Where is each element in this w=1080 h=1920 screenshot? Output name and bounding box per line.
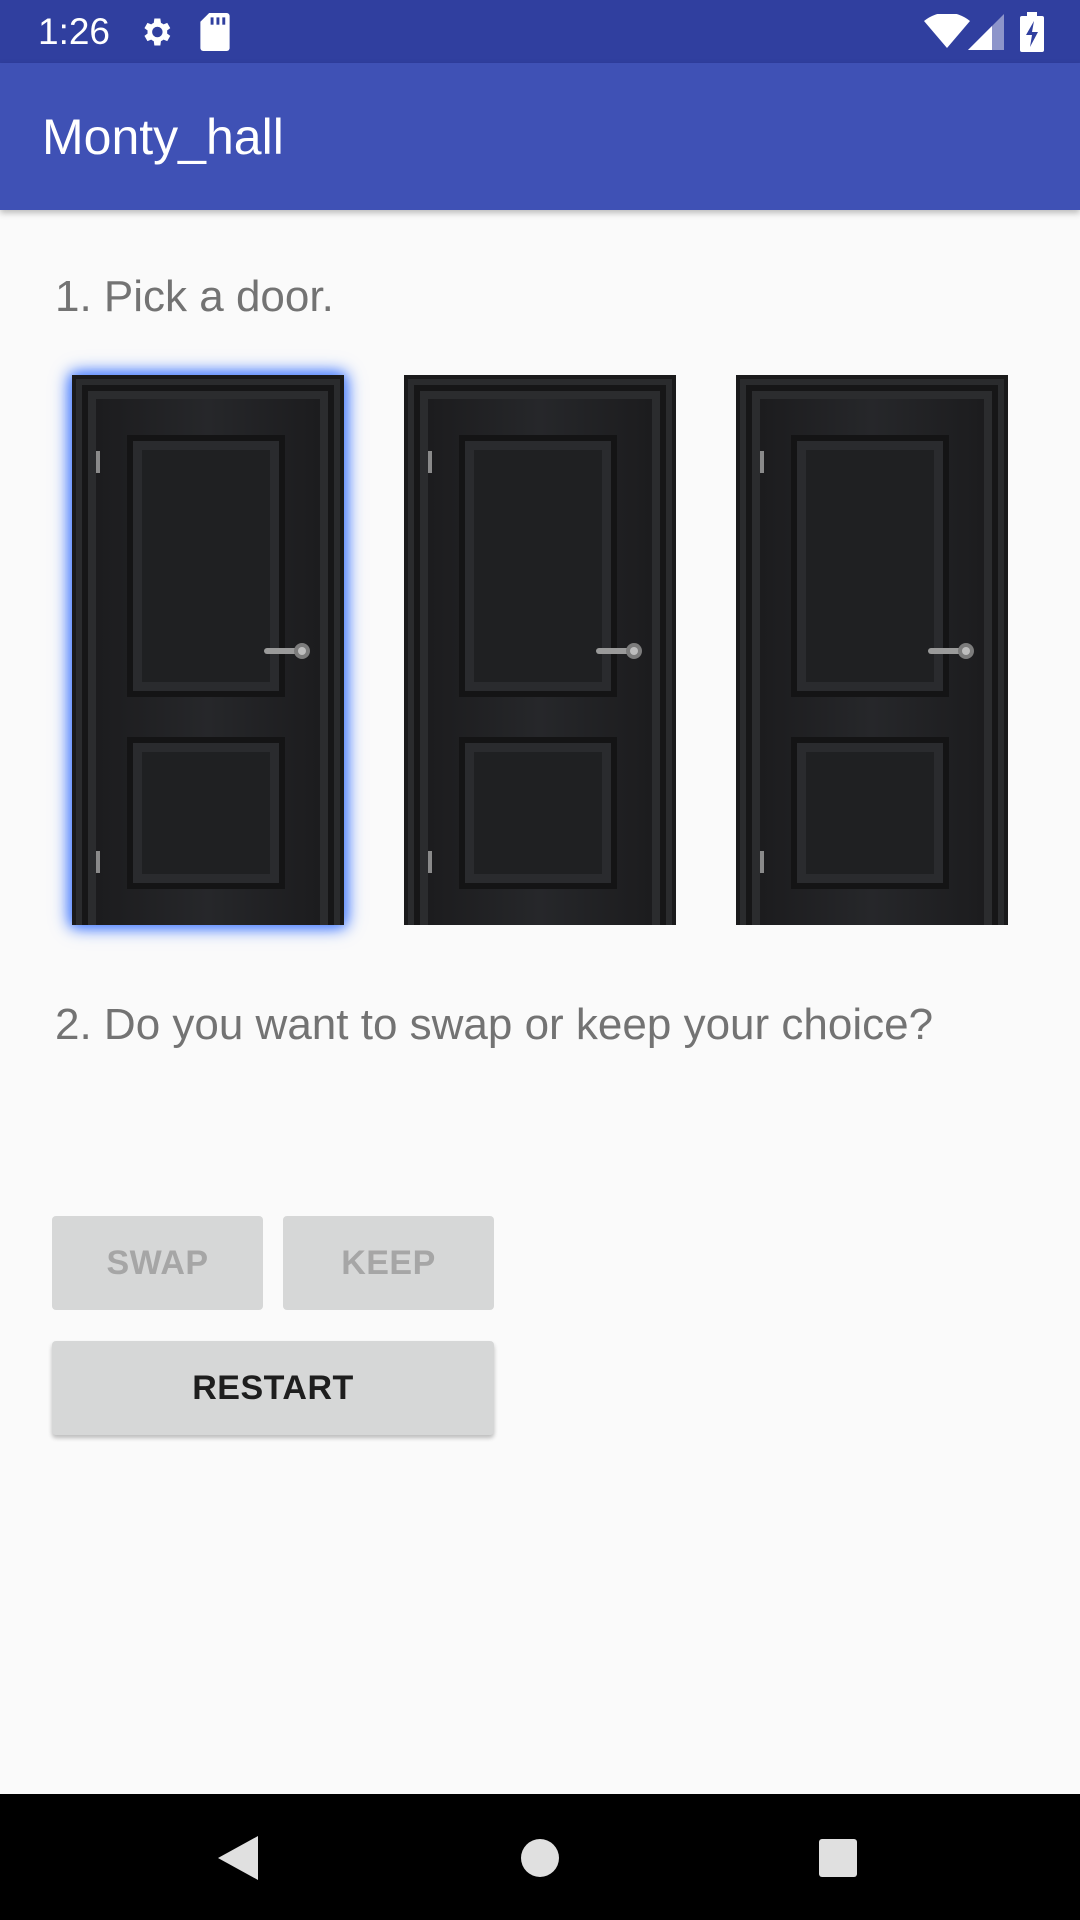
door-1[interactable] <box>72 375 344 925</box>
cell-signal-icon <box>968 14 1004 50</box>
door-icon <box>72 375 344 925</box>
back-icon[interactable] <box>216 1834 260 1882</box>
door-3[interactable] <box>736 375 1008 925</box>
door-2[interactable] <box>404 375 676 925</box>
battery-charging-icon <box>1020 12 1044 52</box>
status-time: 1:26 <box>38 11 111 52</box>
recents-icon[interactable] <box>818 1838 858 1878</box>
sd-card-icon <box>200 13 230 51</box>
restart-button[interactable]: RESTART <box>52 1341 494 1435</box>
app-bar: Monty_hall <box>0 63 1080 210</box>
swap-button[interactable]: SWAP <box>52 1216 263 1310</box>
step-2-instruction: 2. Do you want to swap or keep your choi… <box>55 1000 934 1049</box>
door-icon <box>404 375 676 925</box>
status-bar: 1:26 <box>0 0 1080 63</box>
app-title: Monty_hall <box>42 109 284 165</box>
wifi-icon <box>924 14 970 48</box>
keep-button[interactable]: KEEP <box>283 1216 494 1310</box>
step-1-instruction: 1. Pick a door. <box>55 272 334 321</box>
home-icon[interactable] <box>520 1838 560 1878</box>
gear-icon <box>144 18 171 46</box>
door-icon <box>736 375 1008 925</box>
